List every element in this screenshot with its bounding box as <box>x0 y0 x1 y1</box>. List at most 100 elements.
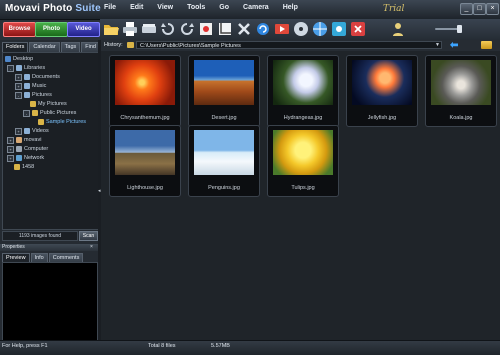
computer-icon <box>16 146 22 152</box>
tree-item-1458[interactable]: 1458 <box>14 163 34 171</box>
menu-bar: File Edit View Tools Go Camera Help <box>104 4 312 11</box>
thumbnail-grid: Chrysanthemum.jpg Desert.jpg Hydrangeas.… <box>101 51 500 340</box>
thumbnail-caption: Chrysanthemum.jpg <box>120 115 170 121</box>
thumbnail-caption: Desert.jpg <box>211 115 237 121</box>
history-path-field[interactable]: C:\Users\Public\Pictures\Sample Pictures <box>136 41 442 49</box>
collapse-toggle-icon[interactable]: - <box>15 91 22 99</box>
menu-edit[interactable]: Edit <box>130 4 143 11</box>
photo-mode-button[interactable]: Photo <box>35 22 68 37</box>
tree-item-desktop[interactable]: Desktop <box>5 55 33 63</box>
tab-folders[interactable]: Folders <box>2 42 29 52</box>
back-arrow-icon[interactable]: ⬅ <box>450 40 458 51</box>
folder-icon <box>127 42 134 48</box>
print-icon[interactable] <box>122 21 138 37</box>
status-size: 5.57MB <box>211 343 230 349</box>
tree-item-pictures[interactable]: - Pictures <box>15 91 52 99</box>
tree-item-videos[interactable]: + Videos <box>15 127 49 135</box>
tree-item-movavi[interactable]: + movavi <box>7 136 41 144</box>
menu-tools[interactable]: Tools <box>187 4 205 11</box>
jellyfish-image <box>352 60 412 105</box>
trial-label: Trial <box>383 4 405 14</box>
chrysanthemum-image <box>115 60 175 105</box>
thumbnail-item[interactable]: Chrysanthemum.jpg <box>109 55 181 127</box>
menu-file[interactable]: File <box>104 4 116 11</box>
penguins-image <box>194 130 254 175</box>
expand-toggle-icon[interactable]: + <box>7 136 14 144</box>
browse-mode-button[interactable]: Browse <box>3 22 36 37</box>
open-folder-icon[interactable] <box>103 21 119 37</box>
expand-toggle-icon[interactable]: + <box>7 145 14 153</box>
tree-item-documents[interactable]: + Documents <box>15 73 60 81</box>
crop-icon[interactable] <box>217 21 233 37</box>
library-icon <box>24 92 30 98</box>
video-mode-button[interactable]: Video <box>67 22 100 37</box>
tab-tags[interactable]: Tags <box>60 42 81 52</box>
expand-toggle-icon[interactable]: + <box>15 73 22 81</box>
library-icon <box>16 65 22 71</box>
thumbnail-item[interactable]: Jellyfish.jpg <box>346 55 418 127</box>
hydrangeas-image <box>273 60 333 105</box>
history-dropdown-icon[interactable]: ▼ <box>434 42 441 48</box>
tree-item-sample-pictures[interactable]: Sample Pictures <box>38 118 86 126</box>
folder-icon <box>38 119 44 125</box>
properties-close-icon[interactable]: × <box>90 244 93 251</box>
app-title-suite: Suite <box>75 3 101 14</box>
scanner-icon[interactable] <box>141 21 157 37</box>
thumbnail-item[interactable]: Koala.jpg <box>425 55 497 127</box>
expand-toggle-icon[interactable]: + <box>15 127 22 135</box>
thumbnail-caption: Penguins.jpg <box>208 185 240 191</box>
refresh-icon[interactable] <box>255 21 271 37</box>
tree-item-computer[interactable]: + Computer <box>7 145 48 153</box>
menu-camera[interactable]: Camera <box>243 4 269 11</box>
tree-item-libraries[interactable]: - Libraries <box>7 64 45 72</box>
tree-item-public-pictures[interactable]: - Public Pictures <box>23 109 76 117</box>
minimize-button[interactable]: _ <box>460 3 473 15</box>
thumbnail-caption: Jellyfish.jpg <box>367 115 397 121</box>
web-icon[interactable] <box>312 21 328 37</box>
properties-title: Properties <box>2 244 25 250</box>
thumbnail-item[interactable]: Desert.jpg <box>188 55 260 127</box>
user-icon <box>16 137 22 143</box>
folder-icon <box>30 101 36 107</box>
collapse-toggle-icon[interactable]: - <box>7 64 14 72</box>
rotate-left-icon[interactable] <box>160 21 176 37</box>
collapse-toggle-icon[interactable]: - <box>23 109 30 117</box>
folder-tree: Desktop - Libraries + Documents + Music … <box>2 52 99 230</box>
network-icon <box>16 155 22 161</box>
user-icon[interactable] <box>390 21 406 37</box>
tab-calendar[interactable]: Calendar <box>29 42 60 52</box>
close-window-button[interactable]: × <box>486 3 499 15</box>
expand-toggle-icon[interactable]: + <box>15 82 22 90</box>
zoom-slider-handle[interactable] <box>457 25 462 33</box>
cd-icon[interactable] <box>293 21 309 37</box>
slideshow-icon[interactable] <box>274 21 290 37</box>
thumbnail-item[interactable]: Penguins.jpg <box>188 125 260 197</box>
thumbnail-caption: Lighthouse.jpg <box>127 185 163 191</box>
thumbnail-item[interactable]: Hydrangeas.jpg <box>267 55 339 127</box>
properties-header: Properties × <box>0 244 98 251</box>
thumbnail-item[interactable]: Tulips.jpg <box>267 125 339 197</box>
open-folder-icon[interactable] <box>481 41 492 49</box>
thumbnail-item[interactable]: Lighthouse.jpg <box>109 125 181 197</box>
menu-view[interactable]: View <box>157 4 173 11</box>
status-total-files: Total 8 files <box>148 343 176 349</box>
close-icon[interactable] <box>350 21 366 37</box>
red-eye-icon[interactable] <box>198 21 214 37</box>
delete-icon[interactable] <box>236 21 252 37</box>
expand-toggle-icon[interactable]: + <box>7 154 14 162</box>
maximize-button[interactable]: □ <box>473 3 486 15</box>
menu-help[interactable]: Help <box>283 4 298 11</box>
app-title: Movavi Photo Suite <box>5 3 101 14</box>
folder-icon <box>32 110 38 116</box>
menu-go[interactable]: Go <box>219 4 229 11</box>
rotate-right-icon[interactable] <box>179 21 195 37</box>
left-tabs: Folders Calendar Tags Find <box>2 42 101 52</box>
tree-item-my-pictures[interactable]: My Pictures <box>30 100 67 108</box>
tree-item-network[interactable]: + Network <box>7 154 44 162</box>
preview-pane <box>2 262 98 341</box>
status-help: For Help, press F1 <box>2 343 48 349</box>
tulips-image <box>273 130 333 175</box>
tree-item-music[interactable]: + Music <box>15 82 46 90</box>
scan-button[interactable]: Scan <box>79 231 98 241</box>
settings-icon[interactable] <box>331 21 347 37</box>
